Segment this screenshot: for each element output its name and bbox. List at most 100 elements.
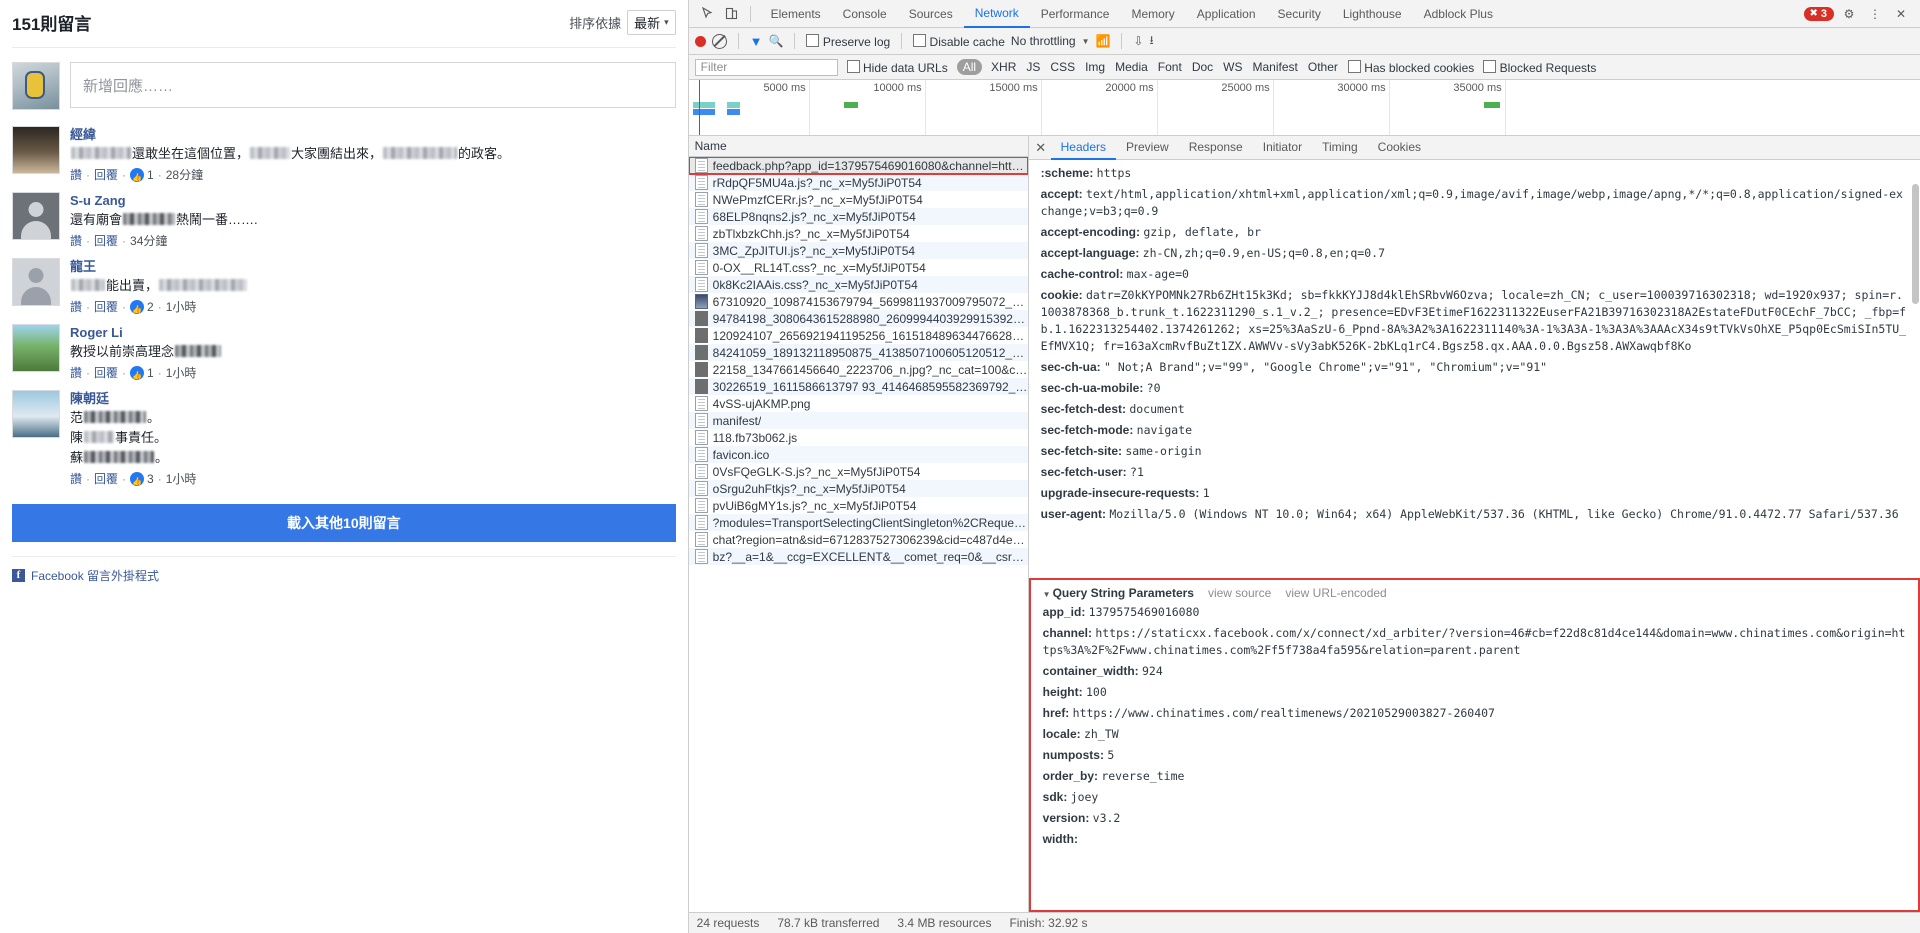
gear-icon[interactable]: ⚙ (1838, 4, 1860, 24)
devtools-tab-sources[interactable]: Sources (898, 1, 964, 27)
like-link[interactable]: 讚 (70, 232, 82, 250)
request-row[interactable]: pvUiB6gMY1s.js?_nc_x=My5fJiP0T54 (689, 497, 1028, 514)
request-row[interactable]: 22158_1347661456640_2223706_n.jpg?_nc_ca… (689, 361, 1028, 378)
like-count-badge[interactable]: 1 (130, 166, 154, 187)
comment-author[interactable]: Roger Li (70, 324, 676, 342)
reply-link[interactable]: 回覆 (94, 166, 118, 184)
resource-filter-doc[interactable]: Doc (1191, 60, 1214, 74)
resource-filter-xhr[interactable]: XHR (990, 60, 1017, 74)
request-row[interactable]: 4vSS-ujAKMP.png (689, 395, 1028, 412)
throttling-select[interactable]: No throttling (1011, 34, 1076, 48)
filter-icon[interactable]: ▼ (750, 34, 763, 49)
preserve-log-toggle[interactable]: Preserve log (806, 33, 890, 49)
devtools-tab-elements[interactable]: Elements (760, 1, 832, 27)
hide-data-urls-checkbox[interactable] (846, 59, 860, 73)
import-har-icon[interactable]: ⇩ (1133, 34, 1143, 48)
devtools-tab-performance[interactable]: Performance (1030, 1, 1121, 27)
has-blocked-cookies-checkbox[interactable] (1347, 59, 1361, 73)
plugin-footer-label[interactable]: Facebook 留言外掛程式 (31, 567, 159, 584)
avatar[interactable] (12, 258, 60, 306)
reply-link[interactable]: 回覆 (94, 298, 118, 316)
sort-select[interactable]: 最新 ▾ (627, 10, 676, 35)
resource-filter-font[interactable]: Font (1157, 60, 1183, 74)
request-column-header[interactable]: Name (688, 136, 1028, 157)
export-har-icon[interactable]: ⭳ (1150, 31, 1154, 52)
request-row[interactable]: rRdpQF5MU4a.js?_nc_x=My5fJiP0T54 (688, 174, 1028, 191)
like-link[interactable]: 讚 (70, 298, 82, 316)
reply-link[interactable]: 回覆 (94, 364, 118, 382)
close-devtools-icon[interactable]: ✕ (1890, 4, 1912, 24)
devtools-tab-security[interactable]: Security (1267, 1, 1332, 27)
request-row[interactable]: 0VsFQeGLK-S.js?_nc_x=My5fJiP0T54 (689, 463, 1028, 480)
like-link[interactable]: 讚 (70, 470, 82, 488)
request-row[interactable]: 3MC_ZpJITUI.js?_nc_x=My5fJiP0T54 (688, 242, 1028, 259)
request-row[interactable]: NWePmzfCERr.js?_nc_x=My5fJiP0T54 (689, 191, 1028, 208)
comment-timestamp[interactable]: 28分鐘 (166, 166, 203, 184)
search-icon[interactable]: 🔍 (769, 34, 784, 48)
request-row[interactable]: 30226519_1611586613797 93_41464685955823… (688, 378, 1028, 395)
request-row[interactable]: oSrgu2uhFtkjs?_nc_x=My5fJiP0T54 (688, 480, 1028, 497)
resource-filter-ws[interactable]: WS (1222, 60, 1243, 74)
request-row[interactable]: bz?__a=1&__ccg=EXCELLENT&__comet_req=0&_… (688, 548, 1028, 565)
devtools-tab-network[interactable]: Network (963, 0, 1030, 28)
reply-link[interactable]: 回覆 (94, 470, 118, 488)
comment-timestamp[interactable]: 1小時 (166, 298, 197, 316)
comment-author[interactable]: 經緯 (70, 126, 676, 144)
detail-tab-headers[interactable]: Headers (1050, 136, 1116, 160)
network-overview-timeline[interactable]: 5000 ms 10000 ms 15000 ms 20000 ms 25000 ms 3… (688, 80, 1920, 136)
record-icon[interactable] (694, 35, 706, 47)
request-row[interactable]: feedback.php?app_id=1379575469016080&cha… (688, 157, 1028, 175)
resource-filter-css[interactable]: CSS (1049, 60, 1076, 74)
blocked-requests-toggle[interactable]: Blocked Requests (1483, 59, 1596, 75)
request-row[interactable]: favicon.ico (688, 446, 1028, 463)
comment-input[interactable]: 新增回應…… (70, 62, 676, 108)
resource-filter-media[interactable]: Media (1114, 60, 1149, 74)
request-row[interactable]: 94784198_3080643615288980_26099944039299… (688, 310, 1028, 327)
request-row[interactable]: 0-OX__RL14T.css?_nc_x=My5fJiP0T54 (689, 259, 1028, 276)
resource-filter-manifest[interactable]: Manifest (1252, 60, 1299, 74)
comment-timestamp[interactable]: 1小時 (166, 364, 197, 382)
blocked-requests-checkbox[interactable] (1483, 59, 1497, 73)
query-string-header[interactable]: ▼ Query String Parameters view source vie… (1031, 584, 1918, 602)
like-link[interactable]: 讚 (70, 364, 82, 382)
preserve-log-checkbox[interactable] (806, 33, 820, 47)
request-row[interactable]: 67310920_109874153679794_569981193700979… (689, 293, 1028, 310)
like-count-badge[interactable]: 3 (130, 470, 154, 491)
disclosure-triangle-icon[interactable]: ▼ (1043, 590, 1051, 599)
network-conditions-icon[interactable]: 📶 (1096, 34, 1111, 48)
devtools-tab-lighthouse[interactable]: Lighthouse (1332, 1, 1413, 27)
error-count-badge[interactable]: ✖ 3 (1804, 6, 1834, 21)
view-source-link[interactable]: view source (1208, 586, 1271, 600)
resource-filter-js[interactable]: JS (1025, 60, 1041, 74)
has-blocked-cookies-toggle[interactable]: Has blocked cookies (1347, 59, 1474, 75)
resource-filter-all[interactable]: All (956, 59, 983, 75)
avatar[interactable] (12, 324, 60, 372)
clear-icon[interactable] (711, 33, 727, 49)
detail-scrollbar[interactable] (1911, 160, 1920, 912)
disable-cache-checkbox[interactable] (913, 33, 927, 47)
resource-filter-img[interactable]: Img (1084, 60, 1106, 74)
devtools-tab-memory[interactable]: Memory (1120, 1, 1185, 27)
request-row[interactable]: 0k8Kc2IAAis.css?_nc_x=My5fJiP0T54 (688, 276, 1028, 293)
load-more-button[interactable]: 載入其他10則留言 (12, 504, 676, 542)
comment-author[interactable]: S-u Zang (70, 192, 676, 210)
comment-author[interactable]: 陳朝廷 (70, 390, 676, 408)
avatar[interactable] (12, 126, 60, 174)
comment-timestamp[interactable]: 1小時 (166, 470, 197, 488)
detail-scrollbar-thumb[interactable] (1912, 184, 1919, 304)
request-row[interactable]: 118.fb73b062.js (689, 429, 1028, 446)
detail-tab-timing[interactable]: Timing (1312, 136, 1368, 158)
devtools-tab-console[interactable]: Console (832, 1, 898, 27)
request-row[interactable]: 120924107_2656921941195256_1615184896344… (689, 327, 1028, 344)
hide-data-urls-toggle[interactable]: Hide data URLs (846, 59, 948, 75)
reply-link[interactable]: 回覆 (94, 232, 118, 250)
devtools-tab-adblock-plus[interactable]: Adblock Plus (1413, 1, 1504, 27)
like-count-badge[interactable]: 1 (130, 364, 154, 385)
filter-input[interactable]: Filter (694, 58, 838, 76)
comment-author[interactable]: 龍王 (70, 258, 676, 276)
close-detail-icon[interactable]: ✕ (1031, 140, 1051, 156)
request-row[interactable]: manifest/ (688, 412, 1028, 429)
detail-tab-preview[interactable]: Preview (1116, 136, 1179, 158)
resource-filter-other[interactable]: Other (1307, 60, 1339, 74)
request-row[interactable]: ?modules=TransportSelectingClientSinglet… (688, 514, 1028, 531)
